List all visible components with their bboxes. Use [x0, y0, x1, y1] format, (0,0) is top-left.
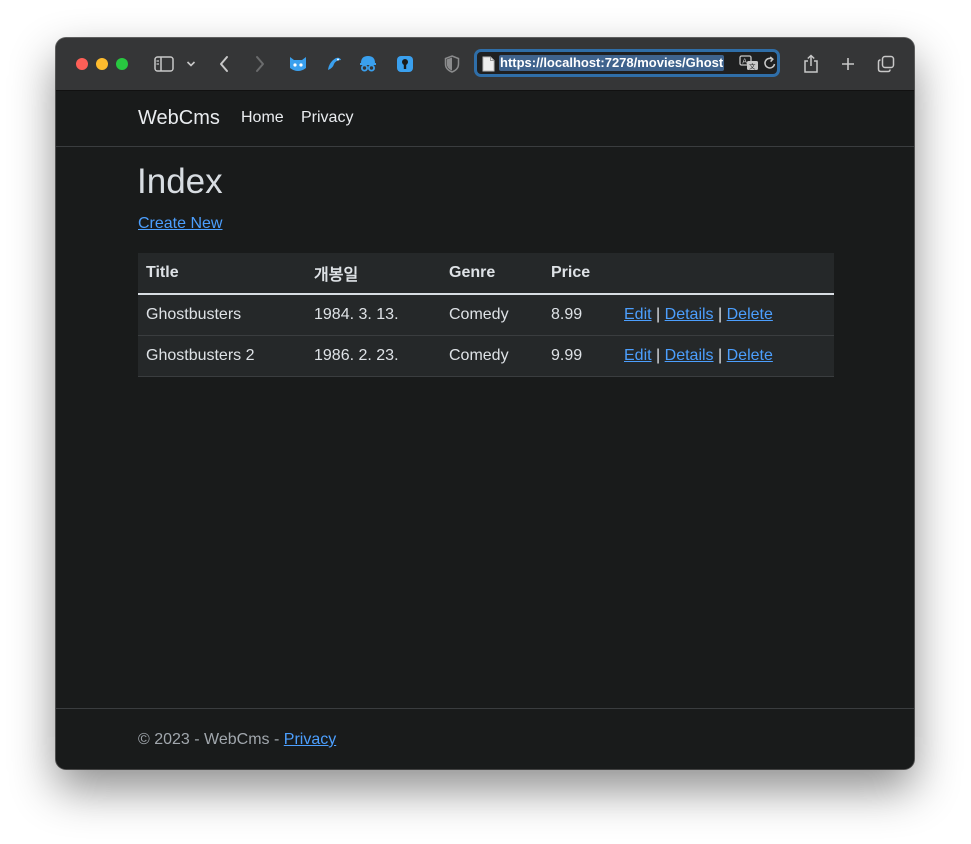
site-brand-link[interactable]: WebCms — [138, 107, 220, 130]
cell-release-date: 1986. 2. 23. — [306, 335, 441, 377]
cell-genre: Comedy — [441, 294, 543, 336]
cell-title: Ghostbusters — [138, 294, 306, 336]
column-header-actions — [616, 253, 834, 295]
reload-icon[interactable] — [763, 55, 777, 76]
web-page: WebCms Home Privacy Index Create New Tit… — [56, 91, 914, 769]
forward-icon[interactable] — [252, 52, 268, 76]
cell-release-date: 1984. 3. 13. — [306, 294, 441, 336]
footer-text: © 2023 - WebCms - Privacy — [138, 731, 336, 749]
link-separator: | — [656, 347, 661, 364]
address-bar[interactable]: https://localhost:7278/movies/Ghost A文 — [474, 49, 780, 77]
browser-window: https://localhost:7278/movies/Ghost A文 W… — [56, 38, 914, 769]
translate-icon[interactable]: A文 — [739, 55, 759, 76]
extension-icon[interactable] — [288, 52, 308, 76]
movies-table: Title 개봉일 Genre Price Ghostbusters 1984.… — [138, 253, 834, 377]
back-icon[interactable] — [216, 52, 232, 76]
column-header-release-date: 개봉일 — [306, 253, 441, 295]
svg-text:文: 文 — [749, 62, 756, 71]
cell-actions: Edit | Details | Delete — [616, 335, 834, 377]
delete-link[interactable]: Delete — [727, 306, 773, 323]
privacy-shield-icon[interactable] — [443, 52, 461, 76]
share-icon[interactable] — [802, 52, 820, 76]
table-row: Ghostbusters 2 1986. 2. 23. Comedy 9.99 … — [138, 335, 834, 377]
link-separator: | — [656, 306, 661, 323]
link-separator: | — [718, 347, 723, 364]
edit-link[interactable]: Edit — [624, 306, 652, 323]
maximize-window-button[interactable] — [116, 58, 128, 70]
edit-link[interactable]: Edit — [624, 347, 652, 364]
site-navbar: WebCms Home Privacy — [56, 91, 914, 147]
cell-actions: Edit | Details | Delete — [616, 294, 834, 336]
extension-icon[interactable] — [395, 52, 415, 76]
sidebar-icon[interactable] — [153, 52, 175, 76]
site-footer: © 2023 - WebCms - Privacy — [56, 708, 914, 769]
details-link[interactable]: Details — [665, 347, 714, 364]
extension-icon[interactable] — [324, 52, 344, 76]
cell-genre: Comedy — [441, 335, 543, 377]
create-new-link[interactable]: Create New — [138, 215, 222, 233]
page-icon — [482, 56, 495, 77]
column-header-price: Price — [543, 253, 616, 295]
tabs-overview-icon[interactable] — [876, 52, 896, 76]
nav-link-home[interactable]: Home — [241, 109, 284, 127]
new-tab-icon[interactable] — [839, 52, 857, 76]
svg-text:A: A — [742, 58, 747, 66]
cell-price: 8.99 — [543, 294, 616, 336]
column-header-title: Title — [138, 253, 306, 295]
cell-price: 9.99 — [543, 335, 616, 377]
link-separator: | — [718, 306, 723, 323]
chevron-down-icon[interactable] — [185, 52, 197, 76]
table-row: Ghostbusters 1984. 3. 13. Comedy 8.99 Ed… — [138, 294, 834, 336]
nav-link-privacy[interactable]: Privacy — [301, 109, 353, 127]
delete-link[interactable]: Delete — [727, 347, 773, 364]
footer-copyright: © 2023 - WebCms - — [138, 731, 284, 748]
page-title: Index — [137, 162, 223, 201]
minimize-window-button[interactable] — [96, 58, 108, 70]
browser-toolbar: https://localhost:7278/movies/Ghost A文 — [56, 38, 914, 91]
extension-icon[interactable] — [358, 52, 378, 76]
table-header-row: Title 개봉일 Genre Price — [138, 253, 834, 295]
footer-privacy-link[interactable]: Privacy — [284, 731, 336, 748]
url-text[interactable]: https://localhost:7278/movies/Ghost — [499, 55, 725, 71]
details-link[interactable]: Details — [665, 306, 714, 323]
close-window-button[interactable] — [76, 58, 88, 70]
column-header-genre: Genre — [441, 253, 543, 295]
cell-title: Ghostbusters 2 — [138, 335, 306, 377]
